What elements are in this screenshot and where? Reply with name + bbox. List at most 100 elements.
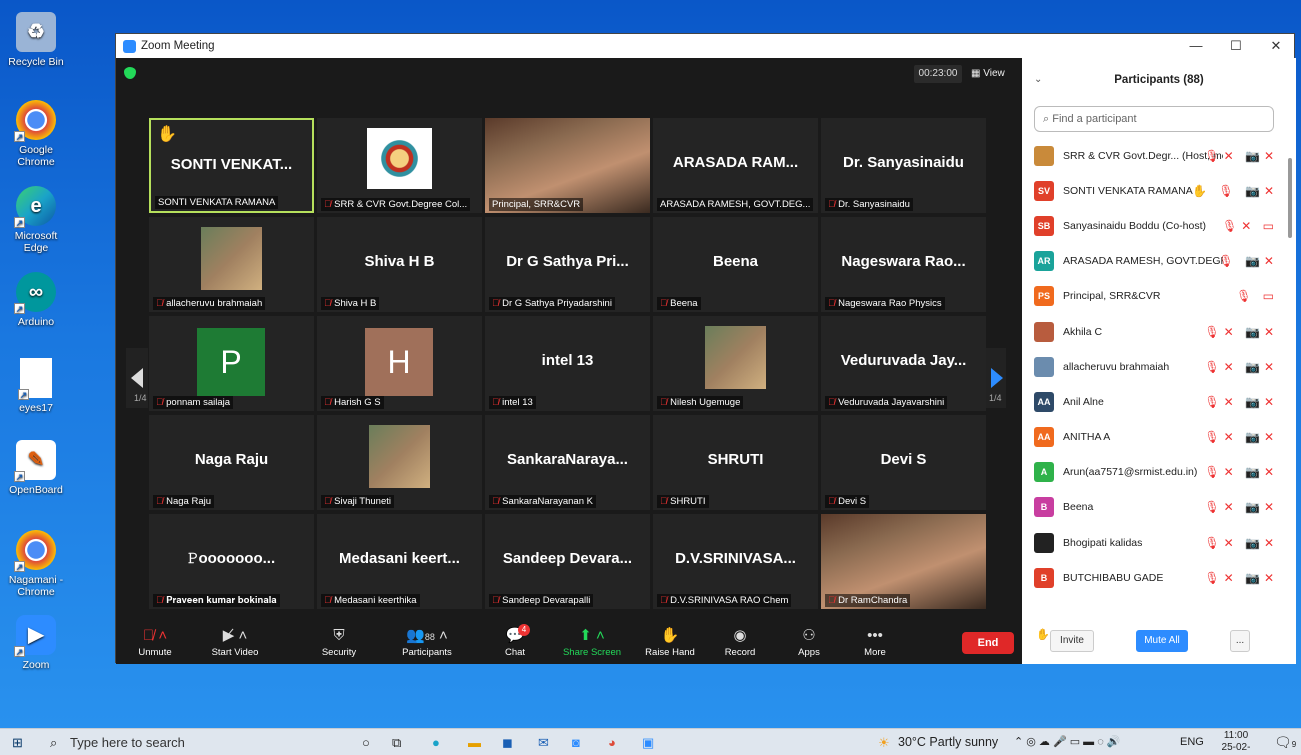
participant-status-icons[interactable]: 🎙✕ 📷✕ [1204, 536, 1278, 550]
video-tile[interactable]: SankaraNaraya... 🎙̸ SankaraNarayanan K [485, 415, 650, 510]
video-tile[interactable]: Dr G Sathya Pri... 🎙̸ Dr G Sathya Priyadar… [485, 217, 650, 312]
maximize-button[interactable]: ☐ [1216, 34, 1256, 58]
video-tile[interactable]: 🎙̸ Dr RamChandra [821, 514, 986, 609]
unmute-button[interactable]: 🎙̸ ˄ Unmute [130, 626, 180, 658]
desktop-icon-openboard[interactable]: ✎ ↗ OpenBoard [6, 440, 66, 496]
view-button[interactable]: ▦ View [971, 65, 1015, 83]
video-tile[interactable]: Sandeep Devara... 🎙̸ Sandeep Devarapalli [485, 514, 650, 609]
video-tile[interactable]: 𝙿ooooooo... 🎙̸ 𝐏𝐫𝐚𝐯𝐞𝐞𝐧 𝐤𝐮𝐦𝐚𝐫 𝐛𝐨𝐤𝐢𝐧𝐚𝐥𝐚 [149, 514, 314, 609]
taskbar-search-icon[interactable]: ⌕ [50, 733, 57, 752]
close-button[interactable]: ✕ [1256, 34, 1296, 58]
security-button[interactable]: ⛨ Security [316, 626, 362, 658]
video-tile[interactable]: 🎙̸ allacheruvu brahmaiah [149, 217, 314, 312]
participant-row[interactable]: AR ARASADA RAMESH, GOVT.DEGR... 🎙 📷✕ [1034, 244, 1284, 279]
participant-row[interactable]: Bhogipati kalidas 🎙✕ 📷✕ [1034, 525, 1284, 560]
participant-row[interactable]: A Arun(aa7571@srmist.edu.in) 🎙✕ 📷✕ [1034, 455, 1284, 490]
participant-name-large: Devi S [880, 451, 927, 468]
video-tile[interactable]: SONTI VENKAT... ✋ SONTI VENKATA RAMANA [149, 118, 314, 213]
chat-button[interactable]: 💬 4 Chat [500, 624, 530, 658]
weather-text[interactable]: 30°C Partly sunny [898, 733, 998, 752]
participant-row[interactable]: B BUTCHIBABU GADE 🎙✕ 📷✕ [1034, 560, 1284, 595]
task-view-icon[interactable]: ⧉ [392, 733, 401, 752]
participant-status-icons[interactable]: 🎙✕ 📷✕ [1204, 465, 1278, 479]
start-video-button[interactable]: ▶̸ ˄ Start Video [202, 626, 268, 658]
panel-more-button[interactable]: ... [1230, 630, 1250, 652]
participant-row[interactable]: allacheruvu brahmaiah 🎙✕ 📷✕ [1034, 349, 1284, 384]
video-tile[interactable]: Shiva H B 🎙̸ Shiva H B [317, 217, 482, 312]
video-tile[interactable]: Dr. Sanyasinaidu 🎙̸ Dr. Sanyasinaidu [821, 118, 986, 213]
edge-taskbar-icon[interactable]: ● [432, 733, 440, 752]
participant-name-large: Veduruvada Jay... [840, 352, 967, 369]
raise-hand-button[interactable]: ✋ Raise Hand [642, 626, 698, 658]
participant-status-icons[interactable]: 🎙✕ 📷✕ [1204, 149, 1278, 163]
apps-button[interactable]: ⚇ Apps [794, 626, 824, 658]
participant-status-icons[interactable]: ✋ 🎙 📷✕ [1192, 184, 1278, 198]
participant-status-icons[interactable]: 🎙✕ ▭ [1222, 219, 1278, 233]
participant-status-icons[interactable]: 🎙✕ 📷✕ [1204, 360, 1278, 374]
tray-icons[interactable]: ⌃ ◎ ☁ 🎤 ▭ ▬ ◌ 🔊 [1014, 733, 1121, 752]
desktop-icon-zoom[interactable]: ▶ ↗ Zoom [6, 615, 66, 671]
participant-status-icons[interactable]: 🎙 ▭ [1236, 289, 1278, 303]
participant-status-icons[interactable]: 🎙✕ 📷✕ [1204, 500, 1278, 514]
clock[interactable]: 11:0025-02-2022 [1212, 730, 1260, 755]
desktop-icon-eyes17[interactable]: ↗ eyes17 [6, 358, 66, 414]
video-tile[interactable]: Medasani keert... 🎙̸ Medasani keerthika [317, 514, 482, 609]
participant-row[interactable]: B Beena 🎙✕ 📷✕ [1034, 490, 1284, 525]
more-button[interactable]: ••• More [858, 626, 892, 658]
participant-row[interactable]: Akhila C 🎙✕ 📷✕ [1034, 314, 1284, 349]
record-button[interactable]: ◉ Record [720, 626, 760, 658]
find-participant-input[interactable]: ⌕ Find a participant [1034, 106, 1274, 132]
video-tile[interactable]: P 🎙̸ ponnam sailaja [149, 316, 314, 411]
video-tile[interactable]: SHRUTI 🎙̸ SHRUTI [653, 415, 818, 510]
participant-row[interactable]: PS Principal, SRR&CVR 🎙 ▭ [1034, 279, 1284, 314]
video-tile[interactable]: 🎙̸ Nilesh Ugemuge [653, 316, 818, 411]
participant-row[interactable]: SRR & CVR Govt.Degr... (Host, me) 🎙✕ 📷✕ [1034, 138, 1284, 173]
video-tile[interactable]: Principal, SRR&CVR [485, 118, 650, 213]
taskbar-search-input[interactable]: Type here to search [70, 733, 185, 752]
chrome-taskbar-icon[interactable]: ◕ [608, 733, 616, 752]
participant-status-icons[interactable]: 🎙✕ 📷✕ [1204, 325, 1278, 339]
video-tile[interactable]: Nageswara Rao... 🎙̸ Nageswara Rao Physics [821, 217, 986, 312]
video-tile[interactable]: D.V.SRINIVASA... 🎙̸ D.V.SRINIVASA RAO Chem [653, 514, 818, 609]
desktop-icon-recycle-bin[interactable]: ♻ Recycle Bin [6, 12, 66, 68]
cortana-icon[interactable]: ○ [362, 733, 370, 752]
video-tile[interactable]: ARASADA RAM... ARASADA RAMESH, GOVT.DEG..… [653, 118, 818, 213]
video-tile[interactable]: 🎙̸ SRR & CVR Govt.Degree Col... [317, 118, 482, 213]
participant-row[interactable]: SV SONTI VENKATA RAMANA ✋ 🎙 📷✕ [1034, 173, 1284, 208]
prev-page-button[interactable]: 1/4 [126, 348, 148, 408]
participants-button[interactable]: 👥88 ˄ Participants [392, 626, 462, 658]
invite-button[interactable]: Invite [1050, 630, 1094, 652]
windows-start-icon[interactable]: ⊞ [12, 733, 23, 752]
video-tile[interactable]: 🎙̸ Sivaji Thuneti [317, 415, 482, 510]
zoom-meeting-taskbar-icon[interactable]: ▣ [642, 733, 654, 752]
video-tile[interactable]: Devi S 🎙̸ Devi S [821, 415, 986, 510]
store-icon[interactable]: ◼ [502, 733, 513, 752]
video-tile[interactable]: Beena 🎙̸ Beena [653, 217, 818, 312]
video-tile[interactable]: Veduruvada Jay... 🎙̸ Veduruvada Jayavarshi… [821, 316, 986, 411]
participant-status-icons[interactable]: 🎙 📷✕ [1218, 254, 1278, 268]
desktop-icon-arduino[interactable]: ∞ ↗ Arduino [6, 272, 66, 328]
minimize-button[interactable]: — [1176, 34, 1216, 58]
zoom-taskbar-icon[interactable]: ◙ [572, 733, 580, 752]
mute-all-button[interactable]: Mute All [1136, 630, 1188, 652]
desktop-icon-chrome[interactable]: ↗ Google Chrome [6, 100, 66, 168]
desktop-icon-nagamani-chrome[interactable]: ↗ Nagamani - Chrome [6, 530, 66, 598]
participant-status-icons[interactable]: 🎙✕ 📷✕ [1204, 395, 1278, 409]
participant-row[interactable]: AA Anil Alne 🎙✕ 📷✕ [1034, 384, 1284, 419]
participant-row[interactable]: AA ANITHA A 🎙✕ 📷✕ [1034, 420, 1284, 455]
video-tile[interactable]: Naga Raju 🎙̸ Naga Raju [149, 415, 314, 510]
share-screen-button[interactable]: ⬆ ˄ Share Screen [560, 626, 624, 658]
language-indicator[interactable]: ENG [1180, 733, 1204, 752]
encryption-shield-icon[interactable] [124, 67, 136, 79]
participant-status-icons[interactable]: 🎙✕ 📷✕ [1204, 430, 1278, 444]
scrollbar[interactable] [1288, 158, 1292, 238]
video-tile[interactable]: H 🎙̸ Harish G S [317, 316, 482, 411]
participant-status-icons[interactable]: 🎙✕ 📷✕ [1204, 571, 1278, 585]
participant-row[interactable]: SB Sanyasinaidu Boddu (Co-host) 🎙✕ ▭ [1034, 208, 1284, 243]
desktop-icon-edge[interactable]: e ↗ Microsoft Edge [6, 186, 66, 254]
video-tile[interactable]: intel 13 🎙̸ intel 13 [485, 316, 650, 411]
file-explorer-icon[interactable]: ▬ [468, 733, 481, 752]
end-meeting-button[interactable]: End [962, 632, 1014, 654]
notification-icon[interactable]: 🗨9 [1274, 733, 1296, 752]
mail-icon[interactable]: ✉ [538, 733, 549, 752]
